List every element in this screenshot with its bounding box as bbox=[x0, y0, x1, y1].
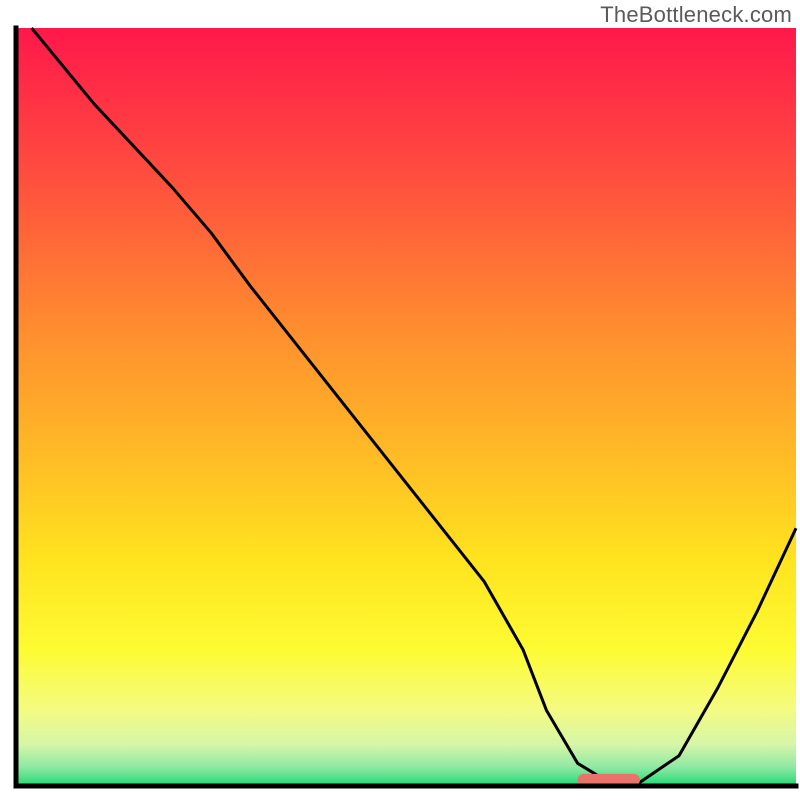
watermark-label: TheBottleneck.com bbox=[600, 2, 792, 28]
plot-background bbox=[16, 28, 796, 786]
bottleneck-chart: TheBottleneck.com bbox=[0, 0, 800, 800]
chart-svg bbox=[0, 0, 800, 800]
